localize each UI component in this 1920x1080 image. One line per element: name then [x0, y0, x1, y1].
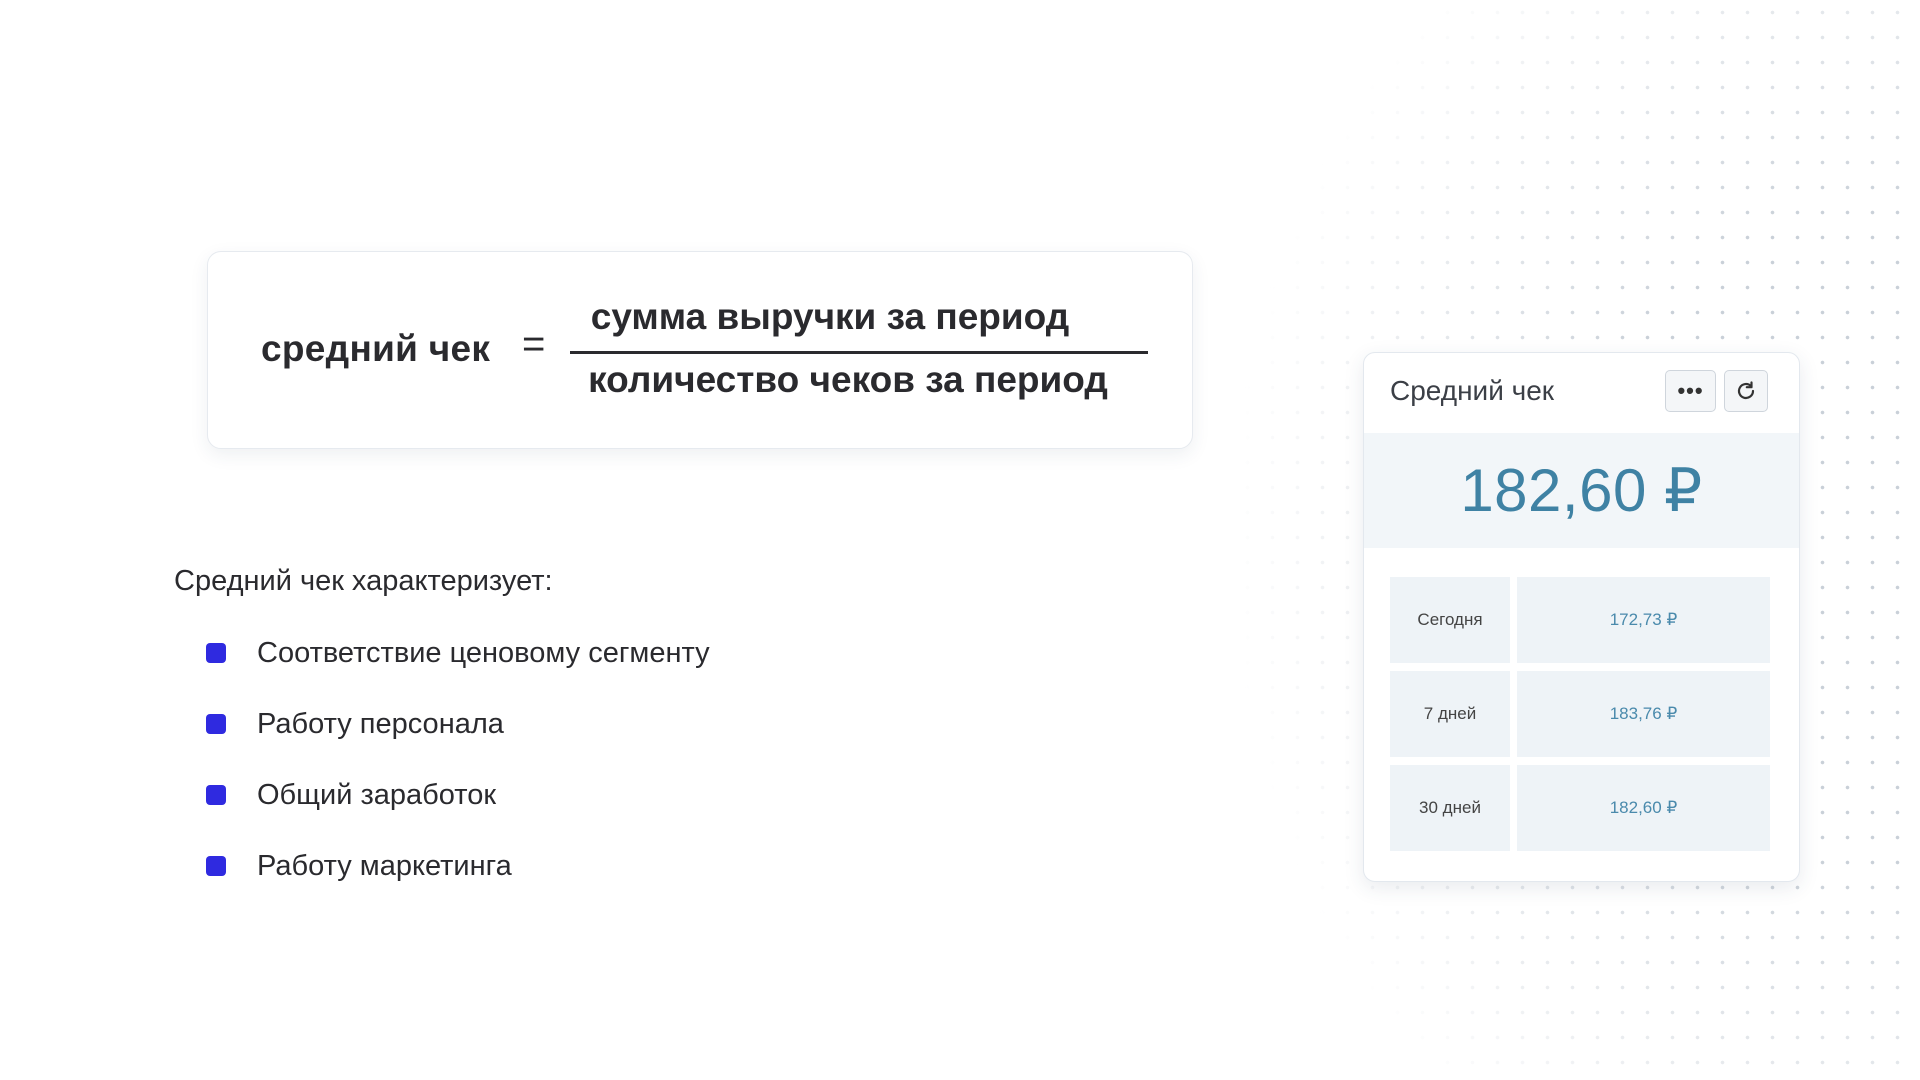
bullet-square-icon [206, 785, 226, 805]
more-dots-icon: ••• [1677, 378, 1704, 403]
period-table: Сегодня 172,73 ₽ 7 дней 183,76 ₽ 30 дней… [1390, 577, 1770, 859]
table-row: Сегодня 172,73 ₽ [1390, 577, 1770, 663]
table-row: 30 дней 182,60 ₽ [1390, 765, 1770, 851]
more-options-button[interactable]: ••• [1665, 370, 1716, 412]
formula-equals-sign: = [522, 322, 546, 366]
period-value: 182,60 ₽ [1517, 765, 1770, 851]
formula-card: средний чек = сумма выручки за период ко… [207, 251, 1193, 449]
list-item: Общий заработок [206, 779, 710, 850]
list-item: Работу маркетинга [206, 850, 710, 921]
fraction-line [570, 351, 1148, 354]
formula-denominator: количество чеков за период [588, 359, 1108, 400]
list-item-label: Работу персонала [257, 708, 504, 740]
period-value: 172,73 ₽ [1517, 577, 1770, 663]
table-row: 7 дней 183,76 ₽ [1390, 671, 1770, 757]
widget-title: Средний чек [1390, 375, 1555, 406]
bullet-square-icon [206, 714, 226, 734]
list-item: Соответствие ценовому сегменту [206, 637, 710, 708]
list-item: Работу персонала [206, 708, 710, 779]
formula-left-term: средний чек [261, 328, 491, 369]
formula-numerator: сумма выручки за период [590, 296, 1070, 337]
period-value: 183,76 ₽ [1517, 671, 1770, 757]
widget-main-value-panel: 182,60 ₽ [1364, 433, 1799, 548]
list-item-label: Общий заработок [257, 779, 497, 811]
average-check-widget: Средний чек ••• 182,60 ₽ Сегодня 172,73 … [1363, 352, 1800, 882]
refresh-button[interactable] [1724, 370, 1768, 412]
list-item-label: Соответствие ценовому сегменту [257, 637, 710, 669]
period-label: 30 дней [1390, 765, 1510, 851]
period-label: 7 дней [1390, 671, 1510, 757]
bullet-square-icon [206, 643, 226, 663]
characteristics-title: Средний чек характеризует: [174, 565, 553, 597]
refresh-icon [1737, 381, 1755, 400]
main-value: 182,60 ₽ [1460, 456, 1703, 524]
list-item-label: Работу маркетинга [257, 850, 512, 882]
characteristics-list: Соответствие ценовому сегменту Работу пе… [206, 637, 710, 921]
period-label: Сегодня [1390, 577, 1510, 663]
bullet-square-icon [206, 856, 226, 876]
